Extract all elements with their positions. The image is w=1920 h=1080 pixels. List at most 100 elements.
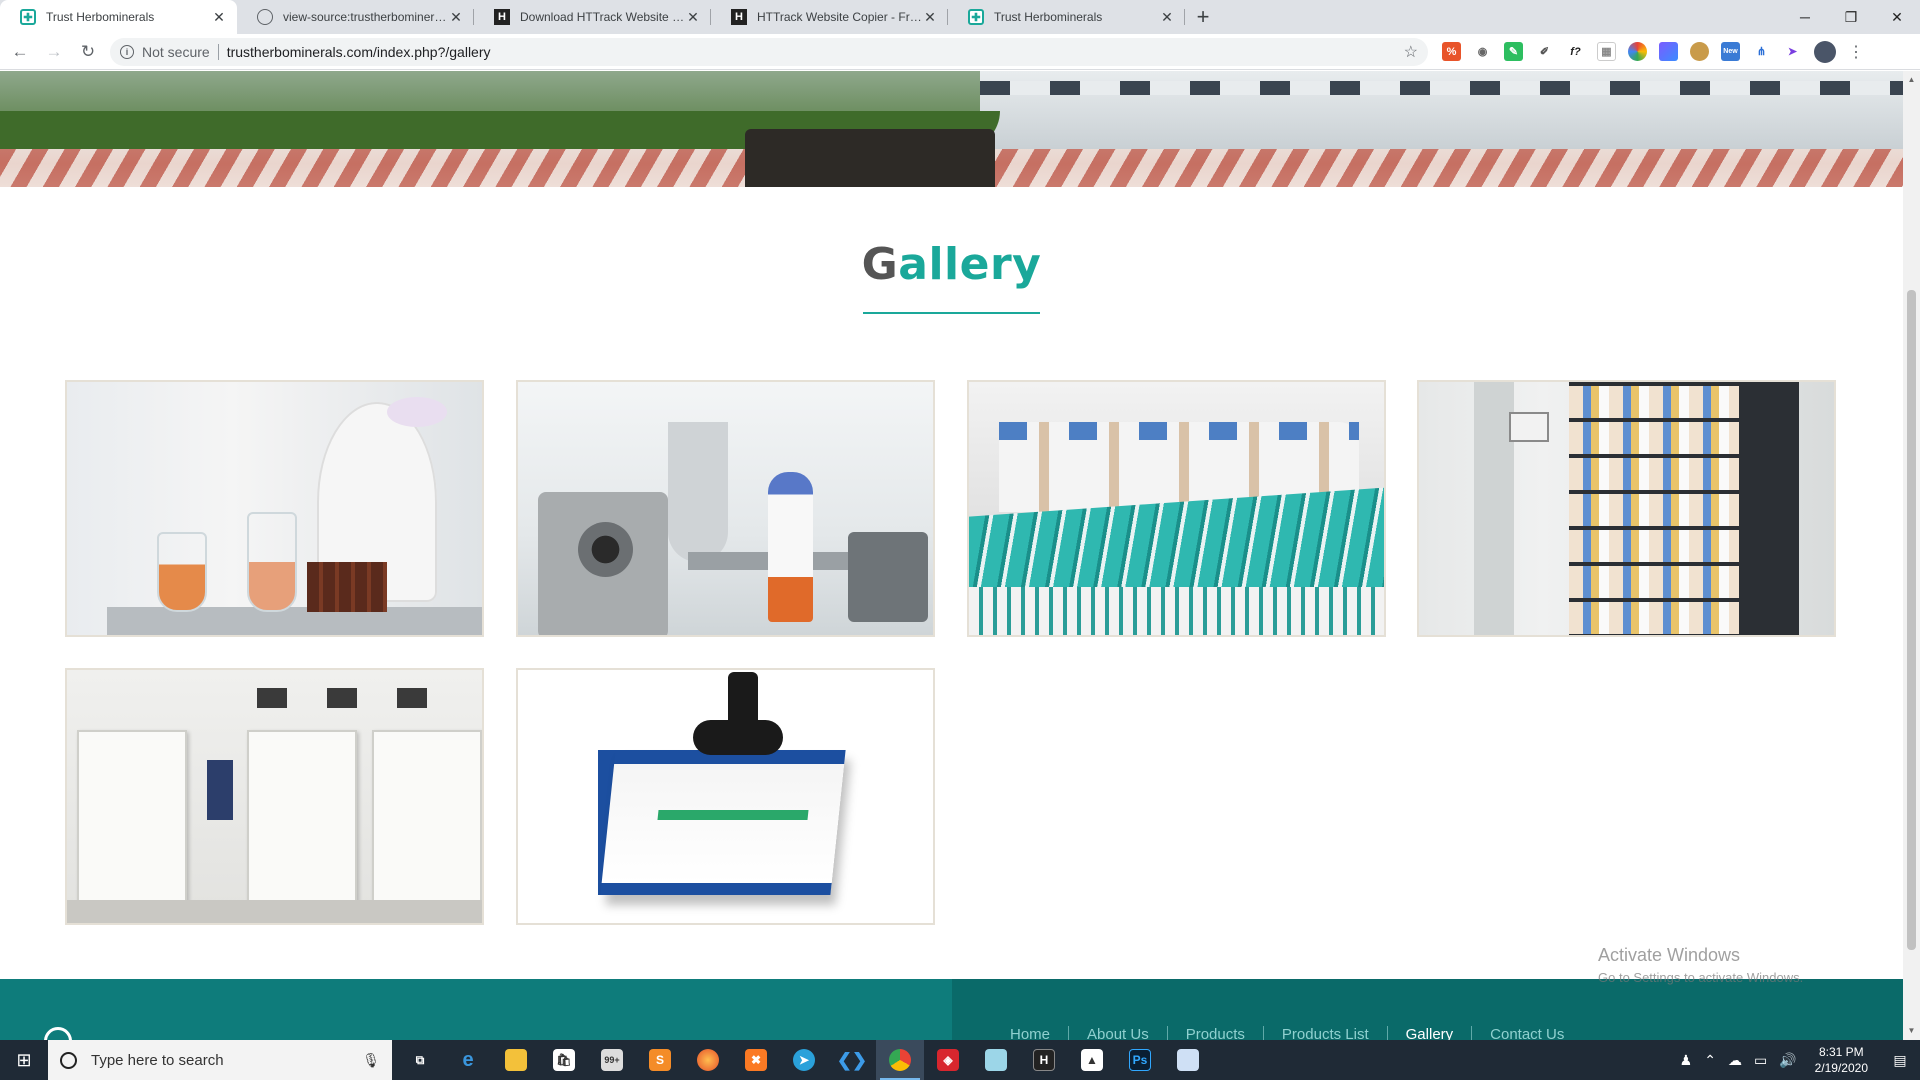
packaging-scene xyxy=(969,382,1384,635)
gallery-image-packaging-workers[interactable] xyxy=(967,380,1386,637)
taskbar-vscode[interactable]: ❮❯ xyxy=(828,1040,876,1080)
footer-logo-icon[interactable] xyxy=(44,1027,72,1040)
taskbar-notepad[interactable] xyxy=(972,1040,1020,1080)
tab-view-source[interactable]: view-source:trustherbominerals.c ✕ xyxy=(237,0,474,34)
url-text[interactable]: trustherbominerals.com/index.php?/galler… xyxy=(227,44,1404,60)
taskbar-mail[interactable]: 99+ xyxy=(588,1040,636,1080)
photoshop-icon: Ps xyxy=(1129,1049,1151,1071)
eyedropper-extension-icon[interactable]: ✐ xyxy=(1535,42,1554,61)
task-view-button[interactable]: ⧉ xyxy=(396,1040,444,1080)
tab-download-httrack[interactable]: H Download HTTrack Website Copi ✕ xyxy=(474,0,711,34)
taskbar-photoshop[interactable]: Ps xyxy=(1116,1040,1164,1080)
scrollbar-thumb[interactable] xyxy=(1907,290,1916,950)
new-tab-button[interactable]: + xyxy=(1185,0,1221,34)
minimize-button[interactable]: ─ xyxy=(1782,0,1828,34)
bookmark-star-icon[interactable]: ☆ xyxy=(1404,42,1418,62)
tab-trust-herbominerals-2[interactable]: ✚ Trust Herbominerals ✕ xyxy=(948,0,1185,34)
extension-percent-icon[interactable]: % xyxy=(1442,42,1461,61)
taskbar-telegram[interactable]: ➤ xyxy=(780,1040,828,1080)
acrobat-icon: ◈ xyxy=(937,1049,959,1071)
sublime-icon: S xyxy=(649,1049,671,1071)
taskbar-firefox[interactable] xyxy=(684,1040,732,1080)
taskbar-document[interactable] xyxy=(1164,1040,1212,1080)
tab-trust-herbominerals-1[interactable]: ✚ Trust Herbominerals ✕ xyxy=(0,0,237,34)
gallery-heading: Gallery xyxy=(0,239,1903,290)
address-bar[interactable]: i Not secure trustherbominerals.com/inde… xyxy=(110,37,1428,66)
tab-httrack-copier[interactable]: H HTTrack Website Copier - Free Sc ✕ xyxy=(711,0,948,34)
gallery-image-diesel-generator[interactable] xyxy=(516,668,935,925)
hero-banner-image xyxy=(0,71,1903,187)
tab-close-icon[interactable]: ✕ xyxy=(211,9,227,26)
onedrive-icon[interactable]: ☁ xyxy=(1722,1052,1748,1069)
tab-title: Trust Herbominerals xyxy=(994,10,1103,24)
scroll-up-arrow-icon[interactable]: ▲ xyxy=(1907,75,1916,85)
footer-link-home[interactable]: Home xyxy=(992,1026,1070,1040)
browser-toolbar: ← → ↻ i Not secure trustherbominerals.co… xyxy=(0,34,1920,70)
page-viewport: Gallery Home About Us Products Products … xyxy=(0,71,1903,1040)
gallery-image-lab-technician[interactable] xyxy=(65,380,484,637)
footer-link-products-list[interactable]: Products List xyxy=(1264,1026,1388,1040)
taskbar-photos[interactable]: ▲ xyxy=(1068,1040,1116,1080)
task-view-icon: ⧉ xyxy=(415,1052,425,1067)
camera-extension-icon[interactable]: ◉ xyxy=(1473,42,1492,61)
forward-button[interactable]: → xyxy=(40,38,68,66)
httrack-favicon-icon: H xyxy=(731,9,747,25)
people-icon[interactable]: ♟ xyxy=(1674,1052,1699,1069)
system-tray: ♟ ⌃ ☁ ▭ 🔊 8:31 PM 2/19/2020 ▤ xyxy=(1674,1044,1920,1076)
evernote-extension-icon[interactable]: ✎ xyxy=(1504,42,1523,61)
send-extension-icon[interactable]: ➤ xyxy=(1783,42,1802,61)
mail-badge-icon: 99+ xyxy=(601,1049,623,1071)
calendar-extension-icon[interactable]: ▦ xyxy=(1597,42,1616,61)
fonts-extension-icon[interactable]: f? xyxy=(1566,42,1585,61)
maximize-button[interactable]: ❐ xyxy=(1828,0,1874,34)
security-label: Not secure xyxy=(142,43,210,60)
taskbar-search-box[interactable]: Type here to search 🎙 xyxy=(48,1040,392,1080)
gradient-extension-icon[interactable] xyxy=(1659,42,1678,61)
taskbar-httrack[interactable]: H xyxy=(1020,1040,1068,1080)
footer-nav: Home About Us Products Products List Gal… xyxy=(992,1026,1582,1040)
gallery-image-production-machinery[interactable] xyxy=(516,380,935,637)
xampp-icon: ✖ xyxy=(745,1049,767,1071)
volume-icon[interactable]: 🔊 xyxy=(1773,1052,1802,1069)
gallery-image-cold-rooms[interactable] xyxy=(65,668,484,925)
back-button[interactable]: ← xyxy=(6,38,34,66)
network-icon[interactable]: ▭ xyxy=(1748,1052,1773,1069)
show-hidden-icons[interactable]: ⌃ xyxy=(1698,1052,1722,1069)
reload-button[interactable]: ↻ xyxy=(74,38,102,66)
taskbar-acrobat[interactable]: ◈ xyxy=(924,1040,972,1080)
tab-close-icon[interactable]: ✕ xyxy=(685,9,701,26)
footer-link-contact[interactable]: Contact Us xyxy=(1472,1026,1582,1040)
taskbar-clock[interactable]: 8:31 PM 2/19/2020 xyxy=(1803,1044,1880,1076)
taskbar-file-explorer[interactable] xyxy=(492,1040,540,1080)
chrome-menu-icon[interactable]: ⋮ xyxy=(1848,42,1864,62)
windows-start-button[interactable]: ⊞ xyxy=(0,1040,48,1080)
tab-close-icon[interactable]: ✕ xyxy=(922,9,938,26)
tab-close-icon[interactable]: ✕ xyxy=(448,9,464,26)
cookie-extension-icon[interactable] xyxy=(1690,42,1709,61)
footer-link-gallery[interactable]: Gallery xyxy=(1388,1026,1473,1040)
taskbar-chrome[interactable] xyxy=(876,1040,924,1080)
gallery-image-storage-racks[interactable] xyxy=(1417,380,1836,637)
taskbar-edge[interactable]: e xyxy=(444,1040,492,1080)
microphone-icon[interactable]: 🎙 xyxy=(362,1052,380,1069)
taskbar-xampp[interactable]: ✖ xyxy=(732,1040,780,1080)
footer-link-products[interactable]: Products xyxy=(1168,1026,1264,1040)
footer-link-about[interactable]: About Us xyxy=(1069,1026,1168,1040)
action-center-icon[interactable]: ▤ xyxy=(1880,1052,1920,1069)
new-badge-extension-icon[interactable]: New xyxy=(1721,42,1740,61)
windows-taskbar: ⊞ Type here to search 🎙 ⧉ e 🛍 99+ S ✖ ➤ … xyxy=(0,1040,1920,1080)
close-window-button[interactable]: ✕ xyxy=(1874,0,1920,34)
info-icon[interactable]: i xyxy=(120,44,134,59)
heading-underline xyxy=(863,312,1040,314)
color-extension-icon[interactable] xyxy=(1628,42,1647,61)
page-scrollbar[interactable]: ▲ ▼ xyxy=(1903,71,1920,1040)
search-placeholder: Type here to search xyxy=(91,1051,224,1069)
sitemap-extension-icon[interactable]: ⋔ xyxy=(1752,42,1771,61)
taskbar-store[interactable]: 🛍 xyxy=(540,1040,588,1080)
activate-windows-watermark: Activate Windows Go to Settings to activ… xyxy=(1598,945,1803,985)
window-controls: ─ ❐ ✕ xyxy=(1782,0,1920,34)
tab-close-icon[interactable]: ✕ xyxy=(1159,9,1175,26)
profile-avatar[interactable] xyxy=(1814,40,1836,63)
taskbar-sublime[interactable]: S xyxy=(636,1040,684,1080)
scroll-down-arrow-icon[interactable]: ▼ xyxy=(1907,1026,1916,1036)
